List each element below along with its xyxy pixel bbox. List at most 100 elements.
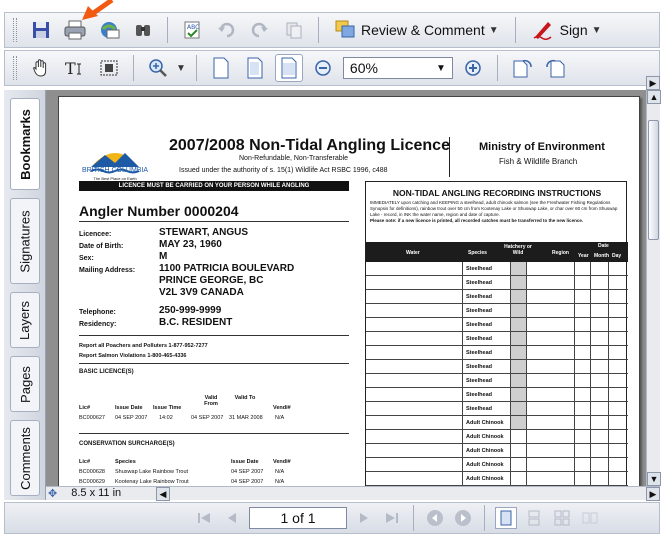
licence-authority: Issued under the authority of s. 15(1) W… [179, 167, 388, 174]
recording-row: Steelhead [366, 346, 628, 360]
recording-cell-divider [608, 318, 609, 332]
recording-species: Steelhead [466, 364, 492, 370]
field-label: Residency: [79, 321, 117, 328]
zoom-plus-icon[interactable] [459, 54, 487, 82]
continuous-facing-icon[interactable] [579, 507, 601, 529]
recording-cell-divider [574, 416, 575, 430]
search-icon[interactable] [129, 16, 157, 44]
recording-cell-divider [574, 262, 575, 276]
recording-row: Adult Chinook [366, 416, 628, 430]
previous-view-icon[interactable] [424, 507, 446, 529]
recording-cell-divider [510, 332, 511, 346]
basic-cell: 04 SEP 2007 [115, 415, 148, 421]
zoom-in-icon[interactable] [144, 54, 172, 82]
recording-cell-divider [590, 444, 591, 458]
basic-col: Valid From [204, 395, 218, 407]
last-page-icon[interactable] [381, 507, 403, 529]
rotate-ccw-icon[interactable] [542, 54, 570, 82]
recording-row: Steelhead [366, 318, 628, 332]
tab-layers[interactable]: Layers [10, 292, 40, 348]
recording-title: NON-TIDAL ANGLING RECORDING INSTRUCTIONS [392, 188, 602, 198]
review-comment-button[interactable]: Review & Comment ▼ [329, 16, 505, 44]
surcharge-cell: 04 SEP 2007 [231, 479, 264, 485]
surcharge-cell: N/A [275, 479, 285, 485]
zoom-level-input[interactable]: 60% ▼ [342, 57, 453, 79]
fit-page-icon[interactable] [241, 54, 269, 82]
recording-cell-divider [462, 318, 463, 332]
rotate-cw-icon[interactable] [508, 54, 536, 82]
field-value: 250-999-9999 [159, 305, 222, 316]
facing-pages-icon[interactable] [551, 507, 573, 529]
recording-row: Steelhead [366, 374, 628, 388]
previous-page-icon[interactable] [221, 507, 243, 529]
header-divider [449, 137, 450, 177]
recording-cell-divider [510, 402, 511, 416]
col-hatchery: Hatchery or Wild [504, 244, 532, 256]
chevron-down-icon[interactable]: ▼ [489, 25, 499, 36]
field-value: STEWART, ANGUS [159, 227, 249, 238]
scroll-thumb[interactable] [648, 120, 659, 240]
tab-comments[interactable]: Comments [10, 420, 40, 496]
recording-cell-divider [574, 346, 575, 360]
tab-bookmarks-label: Bookmarks [17, 108, 33, 180]
tab-bookmarks[interactable]: Bookmarks [10, 98, 40, 190]
fit-width-icon[interactable] [274, 54, 303, 82]
pdf-viewer-window: ABC Review & Comment ▼ Sign ▼ T ▼ 60% ▼ … [4, 0, 664, 544]
zoom-level-value: 60% [349, 60, 378, 76]
page-indicator: 1 of 1 [280, 510, 316, 526]
document-viewport[interactable]: BRITISH COLUMBIA The Best Place on Earth… [46, 90, 646, 486]
recording-cell-divider [590, 360, 591, 374]
recording-cell-divider [510, 318, 511, 332]
first-page-icon[interactable] [193, 507, 215, 529]
recording-row: Steelhead [366, 402, 628, 416]
save-icon[interactable] [27, 16, 55, 44]
scroll-left-icon[interactable]: ◀ [156, 487, 170, 501]
chevron-down-icon[interactable]: ▼ [176, 63, 186, 74]
recording-row: Steelhead [366, 304, 628, 318]
actual-size-icon[interactable] [207, 54, 235, 82]
report-salmon: Report Salmon Violations 1-800-465-4336 [79, 353, 187, 359]
undo-icon[interactable] [212, 16, 240, 44]
hand-tool-icon[interactable] [27, 54, 55, 82]
scroll-up-icon[interactable]: ▲ [647, 90, 661, 104]
recording-cell-divider [574, 402, 575, 416]
recording-cell-divider [590, 346, 591, 360]
scroll-down-icon[interactable]: ▼ [647, 472, 661, 486]
panel-expand-icon[interactable]: ▶ [646, 76, 660, 90]
basic-cell: 04 SEP 2007 [191, 415, 224, 421]
recording-cell-divider [510, 304, 511, 318]
snapshot-icon[interactable] [95, 54, 123, 82]
tab-pages[interactable]: Pages [10, 356, 40, 412]
tab-signatures[interactable]: Signatures [10, 198, 40, 284]
recording-cell-divider [462, 262, 463, 276]
divider [79, 433, 349, 434]
zoom-out-icon[interactable] [309, 54, 337, 82]
recording-cell-divider [462, 472, 463, 486]
chevron-down-icon[interactable]: ▼ [436, 63, 446, 74]
recording-species: Steelhead [466, 350, 492, 356]
toolbar-grip[interactable] [13, 56, 17, 80]
spellcheck-icon[interactable]: ABC [178, 16, 206, 44]
scroll-right-icon[interactable]: ▶ [646, 487, 660, 501]
redo-icon[interactable] [246, 16, 274, 44]
recording-text: IMMEDIATELY upon catching and KEEPING a … [370, 200, 624, 224]
vertical-scrollbar[interactable]: ▲ ▼ [646, 90, 661, 486]
continuous-page-icon[interactable] [523, 507, 545, 529]
sign-button[interactable]: Sign ▼ [526, 16, 608, 44]
recording-cell-divider [510, 374, 511, 388]
next-page-icon[interactable] [353, 507, 375, 529]
chevron-down-icon[interactable]: ▼ [592, 25, 602, 36]
single-page-icon[interactable] [495, 507, 517, 529]
copy-icon[interactable] [280, 16, 308, 44]
toolbar-grip[interactable] [13, 18, 17, 42]
recording-cell-divider [574, 304, 575, 318]
select-text-icon[interactable]: T [61, 54, 89, 82]
surcharge-col: Lic# [79, 459, 91, 465]
next-view-icon[interactable] [452, 507, 474, 529]
recording-cell-divider [526, 444, 527, 458]
svg-text:T: T [65, 59, 76, 78]
toolbar-separator [413, 505, 414, 531]
surcharge-cell: Shuswap Lake Rainbow Trout [115, 469, 189, 475]
page-number-input[interactable]: 1 of 1 [249, 507, 347, 529]
sign-label: Sign [559, 22, 588, 38]
